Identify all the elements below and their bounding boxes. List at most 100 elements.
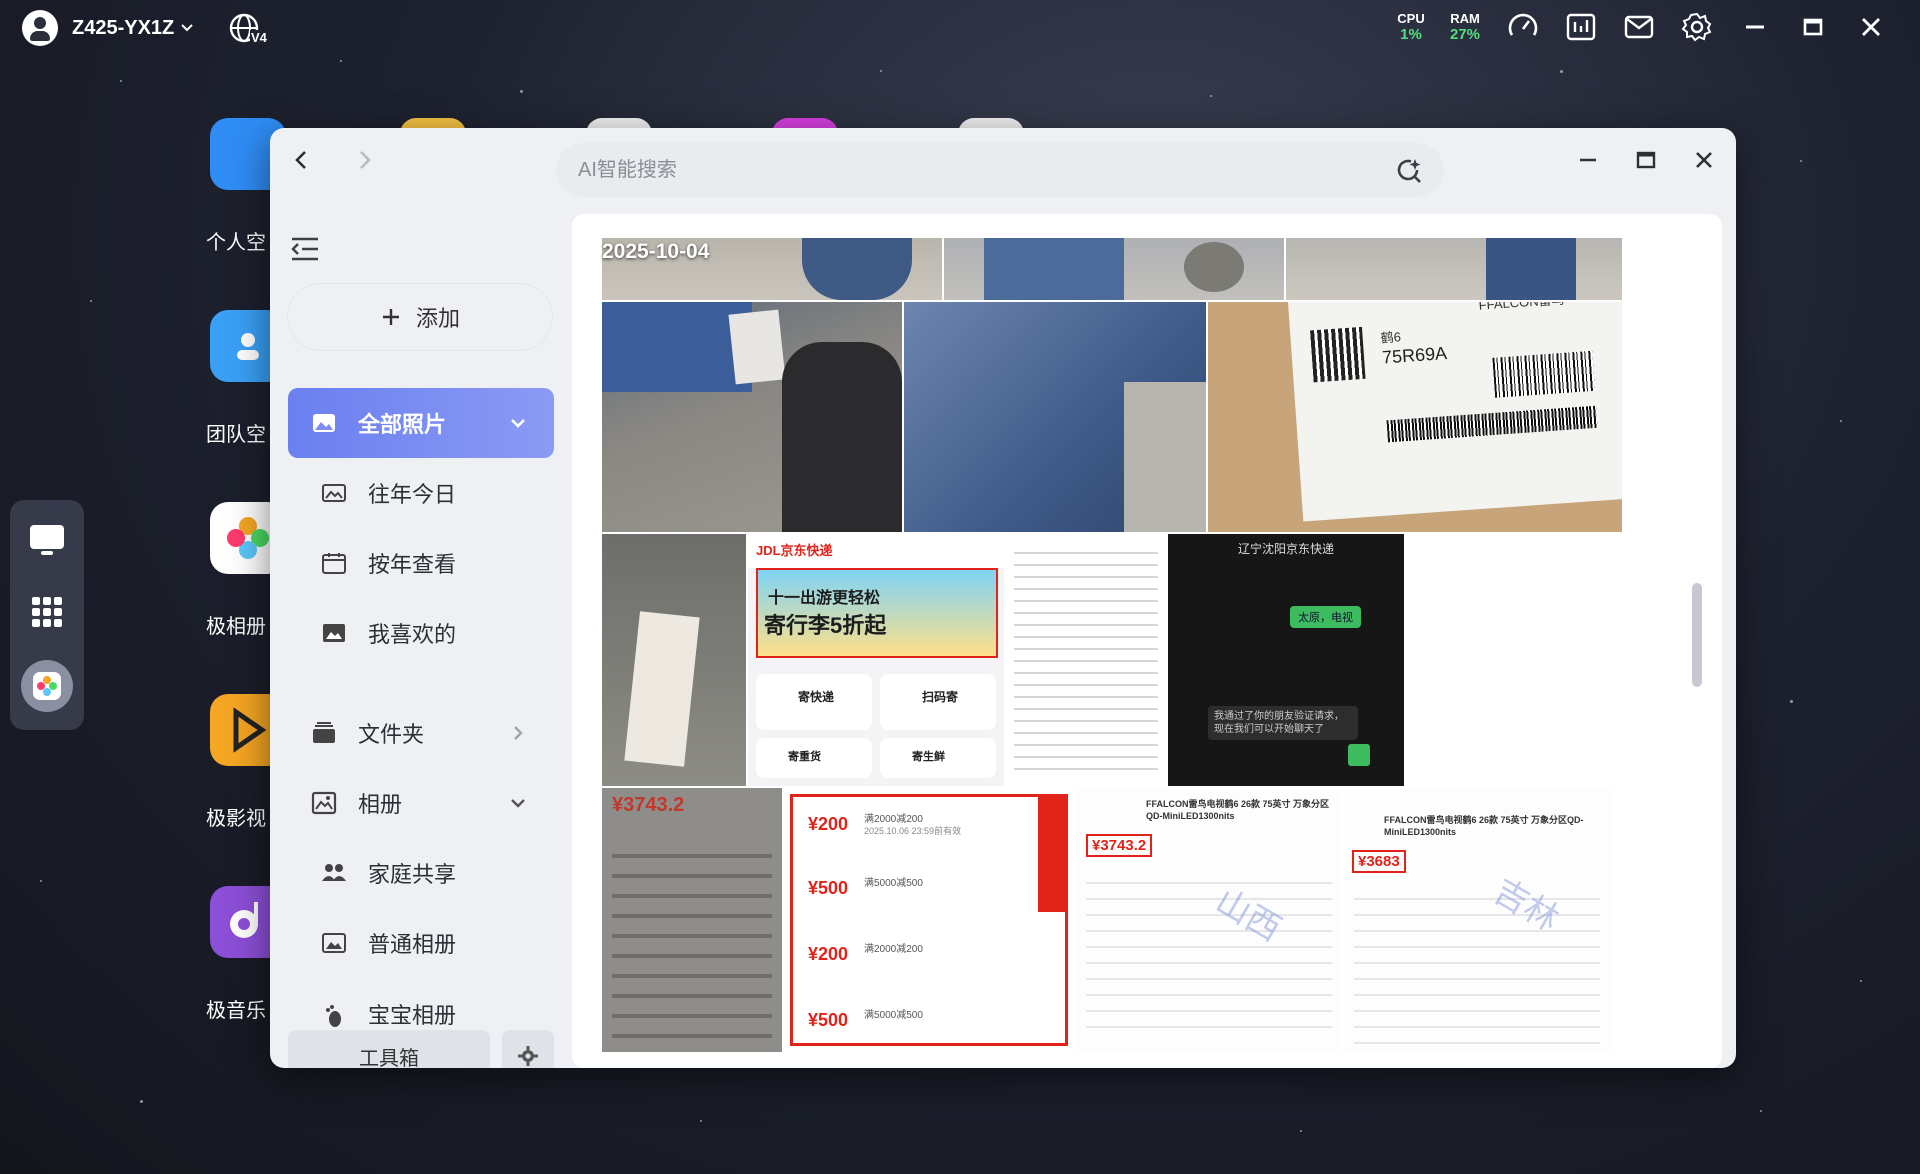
cpu-stat: CPU 1% <box>1386 11 1436 43</box>
back-button[interactable] <box>284 142 320 178</box>
coupon-rule-200-b: 满2000减200 <box>864 944 923 955</box>
photo-thumbnail[interactable] <box>944 238 1284 300</box>
coupon-500-b: ¥500 <box>808 1010 849 1030</box>
ram-value: 27% <box>1449 26 1481 43</box>
baby-footprint-icon <box>320 1002 348 1030</box>
date-group-label: 2025-10-04 <box>602 240 710 263</box>
chat-title: 辽宁沈阳京东快递 <box>1238 542 1335 556</box>
photo-thumbnail[interactable] <box>1286 238 1622 300</box>
photo-thumbnail-jd-app[interactable]: JDL京东快递 十一出游更轻松 寄行李5折起 寄快递 扫码寄 寄重货 寄生鲜 <box>748 534 1004 786</box>
forward-button[interactable] <box>346 142 382 178</box>
jd-scan: 扫码寄 <box>922 690 959 704</box>
plus-icon <box>382 309 399 325</box>
sidebar-settings-button[interactable] <box>502 1030 554 1068</box>
coupon-200-b: ¥200 <box>808 944 849 964</box>
add-label: 添加 <box>415 306 460 331</box>
toolbox-button[interactable]: 工具箱 <box>288 1030 490 1068</box>
gear-icon <box>518 1046 538 1066</box>
image-icon <box>310 409 338 437</box>
chevron-down-icon <box>511 799 525 808</box>
maximize-icon[interactable] <box>1784 8 1842 46</box>
cpu-label: CPU <box>1397 11 1425 26</box>
product-title-a: FFALCON雷鸟电视鹤6 26款 75英寸 万象分区QD-MiniLED130… <box>1146 799 1330 821</box>
ram-label: RAM <box>1450 11 1480 26</box>
sidebar-item-albums[interactable]: 相册 <box>288 768 554 838</box>
jd-send: 寄快递 <box>798 690 835 704</box>
coupon-rule-500-a: 满5000减500 <box>864 878 923 889</box>
coupon-rule-500-b: 满5000减500 <box>864 1010 923 1021</box>
photo-thumbnail-receipt[interactable] <box>1006 534 1166 786</box>
product-title-b: FFALCON雷鸟电视鹤6 26款 75英寸 万象分区QD-MiniLED130… <box>1384 815 1584 837</box>
sidebar-item-by-year[interactable]: 按年查看 <box>288 528 554 598</box>
window-minimize-button[interactable] <box>1566 142 1610 178</box>
photo-thumbnail[interactable]: 鹤6 75R69A FFALCON雷鸟 <box>1208 302 1622 532</box>
mail-icon[interactable] <box>1610 8 1668 46</box>
jd-logo: JDL京东快递 <box>756 543 833 558</box>
photo-thumbnail-chat[interactable]: 辽宁沈阳京东快递 太原，电视 我通过了你的朋友验证请求，现在我们可以开始聊天了 <box>1168 534 1404 786</box>
sidebar-item-on-this-day[interactable]: 往年今日 <box>288 458 554 528</box>
photo-thumbnail-product-b[interactable]: FFALCON雷鸟电视鹤6 26款 75英寸 万象分区QD-MiniLED130… <box>1344 788 1612 1052</box>
close-icon[interactable] <box>1842 8 1900 46</box>
heart-photo-icon <box>320 619 348 647</box>
price-c: ¥3683 <box>1352 850 1406 873</box>
desktop-app-label: 极相册 <box>206 616 266 638</box>
desktop-app-label: 个人空 <box>206 232 266 254</box>
photo-thumbnail-price-blur[interactable]: ¥3743.2 <box>602 788 782 1052</box>
monitor-chart-icon[interactable] <box>1552 8 1610 46</box>
chat-msg1: 太原，电视 <box>1290 606 1361 628</box>
photos-app-window: 添加 全部照片 往年今日 按年查看 我喜欢的 <box>270 128 1736 1068</box>
sidebar: 添加 全部照片 往年今日 按年查看 我喜欢的 文件夹 相册 家庭共享 普通相册 … <box>270 212 560 1068</box>
app-grid-icon[interactable] <box>23 588 71 636</box>
window-maximize-button[interactable] <box>1624 142 1668 178</box>
coupon-rule-200-a: 满2000减200 <box>864 814 923 825</box>
minimize-icon[interactable] <box>1726 8 1784 46</box>
gauge-icon[interactable] <box>1494 8 1552 46</box>
sidebar-item-label: 宝宝相册 <box>368 1003 457 1028</box>
add-button[interactable]: 添加 <box>288 284 552 350</box>
photo-thumbnail-product-a[interactable]: FFALCON雷鸟电视鹤6 26款 75英寸 万象分区QD-MiniLED130… <box>1076 788 1342 1052</box>
settings-gear-icon[interactable] <box>1668 8 1726 46</box>
desktop-monitor-icon[interactable] <box>23 516 71 564</box>
sidebar-item-baby-album[interactable]: 宝宝相册 <box>288 978 554 1030</box>
cpu-value: 1% <box>1400 26 1422 43</box>
jd-fresh: 寄生鲜 <box>912 751 945 763</box>
ai-search-input[interactable] <box>578 143 1338 197</box>
window-header <box>270 128 1736 212</box>
photo-thumbnail[interactable] <box>602 534 746 786</box>
sidebar-item-label: 家庭共享 <box>368 862 457 887</box>
sidebar-item-family-share[interactable]: 家庭共享 <box>288 838 554 908</box>
photo-grid-scrollbar[interactable] <box>1692 583 1702 687</box>
jd-banner-line1: 十一出游更轻松 <box>768 590 881 607</box>
chat-msg2: 我通过了你的朋友验证请求，现在我们可以开始聊天了 <box>1208 706 1358 740</box>
jd-heavy: 寄重货 <box>788 751 821 763</box>
globe-network-icon[interactable]: V4 <box>228 12 268 46</box>
sidebar-item-normal-album[interactable]: 普通相册 <box>288 908 554 978</box>
ram-stat: RAM 27% <box>1440 11 1490 43</box>
desktop-app-label: 团队空 <box>206 424 266 446</box>
sidebar-item-all-photos[interactable]: 全部照片 <box>288 388 554 458</box>
user-menu[interactable]: Z425-YX1Z <box>22 10 194 46</box>
desktop-app-label: 极影视 <box>206 808 266 830</box>
photo-thumbnail-coupons[interactable]: ¥200 满2000减200 ¥500 满5000减500 ¥200 满2000… <box>784 788 1074 1052</box>
sidebar-item-favorites[interactable]: 我喜欢的 <box>288 598 554 668</box>
sidebar-item-folders[interactable]: 文件夹 <box>288 698 554 768</box>
label-model: 75R69A <box>1381 343 1448 368</box>
coupon-200-a: ¥200 <box>808 814 849 834</box>
calendar-365-icon <box>320 549 348 577</box>
chevron-down-icon <box>511 419 525 428</box>
device-name: Z425-YX1Z <box>72 16 175 39</box>
photo-thumbnail[interactable] <box>602 302 902 532</box>
ai-search-icon[interactable] <box>1394 156 1422 184</box>
ai-search-bar[interactable] <box>556 143 1444 197</box>
window-close-button[interactable] <box>1682 142 1726 178</box>
network-badge: V4 <box>250 30 268 45</box>
collapse-sidebar-icon[interactable] <box>290 236 320 262</box>
sidebar-item-label: 相册 <box>358 792 403 817</box>
chevron-right-icon <box>514 726 523 740</box>
price-b: ¥3743.2 <box>1086 834 1153 857</box>
photos-dock-icon[interactable] <box>21 660 73 712</box>
jd-banner-line2: 寄行李5折起 <box>764 613 887 638</box>
photo-thumbnail[interactable] <box>904 302 1206 532</box>
history-photo-icon <box>320 479 348 507</box>
album-icon <box>310 789 338 817</box>
